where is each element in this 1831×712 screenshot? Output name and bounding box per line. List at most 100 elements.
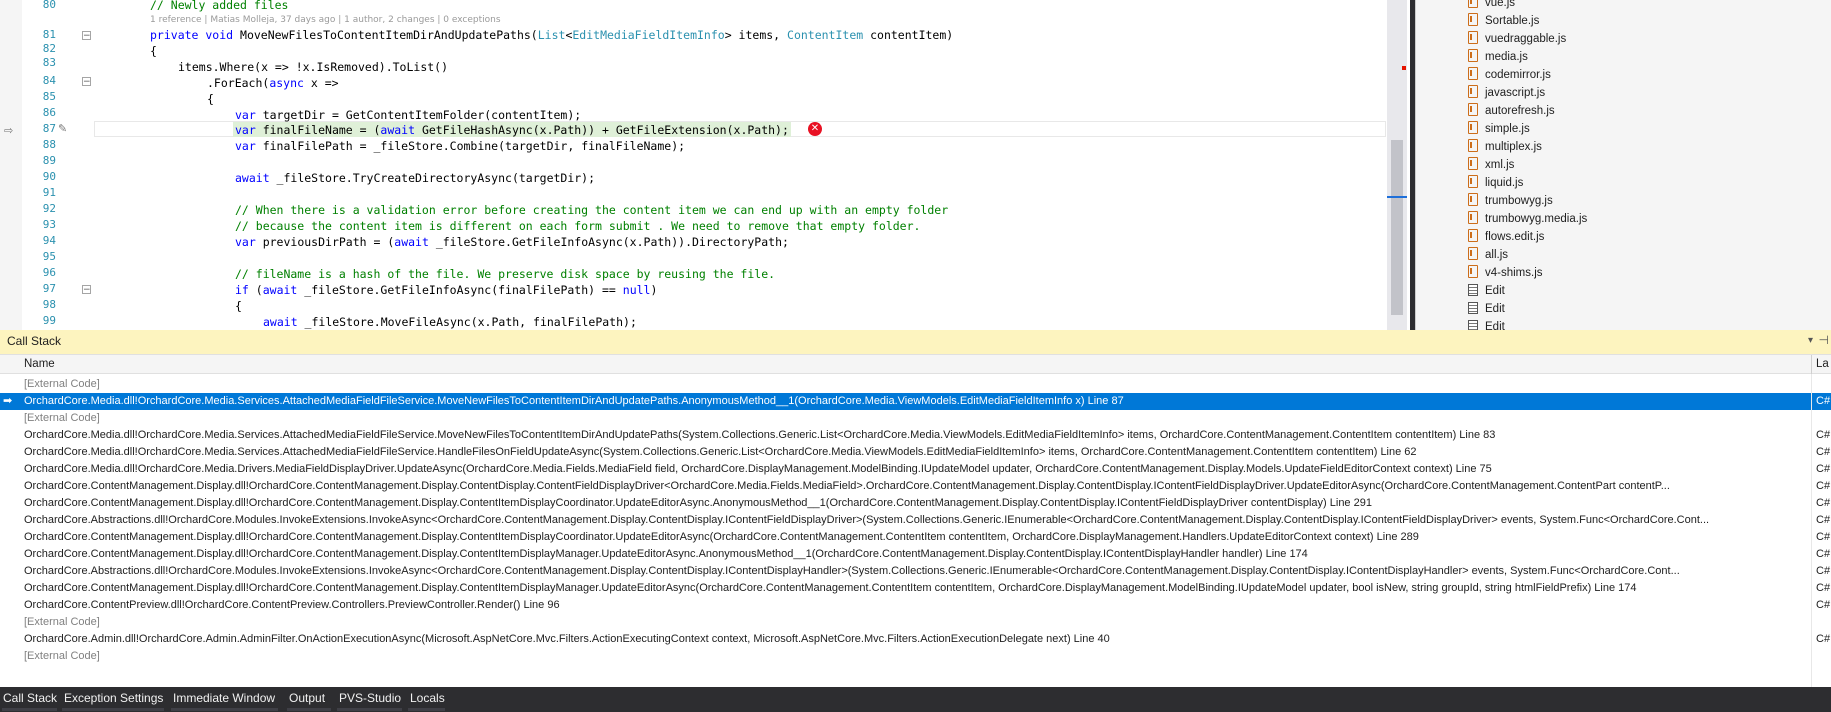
solution-file-item[interactable]: multiplex.js [1468,138,1542,156]
call-stack-frame[interactable]: OrchardCore.ContentManagement.Display.dl… [0,495,1831,512]
code-line-82[interactable]: { [150,43,157,59]
frame-name: [External Code] [24,412,100,424]
editor-vertical-scrollbar[interactable] [1387,0,1407,330]
call-stack-frame[interactable]: OrchardCore.ContentPreview.dll!OrchardCo… [0,597,1831,614]
line-number: 88 [42,138,56,151]
column-header-language[interactable]: La [1816,358,1829,370]
tab-immediate-window[interactable]: Immediate Window [173,691,275,705]
code-line-83[interactable]: items.Where(x => !x.IsRemoved).ToList() [178,59,448,75]
solution-file-item[interactable]: simple.js [1468,120,1530,138]
code-line-93[interactable]: // because the content item is different… [235,218,920,234]
external-code-frame[interactable]: [External Code] [0,614,1831,631]
collapse-region-icon[interactable]: − [82,77,91,87]
code-line-96[interactable]: // fileName is a hash of the file. We pr… [235,266,775,282]
solution-file-item[interactable]: codemirror.js [1468,66,1551,84]
javascript-file-icon [1468,121,1478,134]
solution-file-item[interactable]: javascript.js [1468,84,1545,102]
code-line-81[interactable]: private void MoveNewFilesToContentItemDi… [150,27,953,43]
solution-file-item[interactable]: Edit [1468,318,1505,330]
code-line-80[interactable]: // Newly added files [150,0,288,13]
code-line-87[interactable]: var finalFileName = (await GetFileHashAs… [235,122,789,138]
call-stack-frame[interactable]: OrchardCore.Admin.dll!OrchardCore.Admin.… [0,631,1831,648]
code-editor[interactable]: ⇨ ✎ 80 81 82 83 84 85 86 87 88 89 90 91 … [0,0,1410,330]
keyword: null [622,283,651,297]
call-stack-frame[interactable]: OrchardCore.ContentManagement.Display.dl… [0,546,1831,563]
code-text: contentItem) [863,28,954,42]
solution-file-item[interactable]: Edit [1468,282,1505,300]
solution-file-item[interactable]: autorefresh.js [1468,102,1555,120]
column-divider[interactable] [1811,355,1812,375]
tab-exception-settings[interactable]: Exception Settings [64,691,163,705]
solution-file-item[interactable]: all.js [1468,246,1508,264]
tool-window-title-bar[interactable]: Call Stack ▾ ⊣ [0,330,1831,354]
tab-pvs-studio[interactable]: PVS-Studio [339,691,401,705]
code-line-99[interactable]: await _fileStore.MoveFileAsync(x.Path, f… [263,314,637,330]
file-name: javascript.js [1485,87,1546,99]
call-stack-frame[interactable]: OrchardCore.Abstractions.dll!OrchardCore… [0,563,1831,580]
solution-file-item[interactable]: Edit [1468,300,1505,318]
tab-call-stack[interactable]: Call Stack [3,691,57,705]
tab-locals[interactable]: Locals [410,691,445,705]
file-name: liquid.js [1485,177,1524,189]
code-line-88[interactable]: var finalFilePath = _fileStore.Combine(t… [235,138,685,154]
code-line-86[interactable]: var targetDir = GetContentItemFolder(con… [235,107,581,123]
code-line-92[interactable]: // When there is a validation error befo… [235,202,948,218]
javascript-file-icon [1468,229,1478,242]
javascript-file-icon [1468,247,1478,260]
code-line-84[interactable]: .ForEach(async x => [207,75,339,91]
collapse-region-icon[interactable]: − [82,285,91,295]
javascript-file-icon [1468,157,1478,170]
tool-window-tab-strip: Call Stack Exception Settings Immediate … [0,687,1831,712]
file-name: simple.js [1485,123,1530,135]
call-stack-frame[interactable]: ➡ OrchardCore.Media.dll!OrchardCore.Media… [0,393,1831,410]
solution-file-item[interactable]: liquid.js [1468,174,1523,192]
line-number: 93 [42,218,56,231]
keyword: async [269,76,304,90]
code-line-85[interactable]: { [207,91,214,107]
keyword: var [235,235,256,249]
error-marker [1402,66,1406,70]
current-frame-arrow-icon: ➡ [3,395,13,407]
file-name: flows.edit.js [1485,231,1545,243]
solution-file-item[interactable]: Sortable.js [1468,12,1539,30]
solution-file-item[interactable]: v4-shims.js [1468,264,1543,282]
glyph-margin[interactable] [0,0,22,330]
tab-output[interactable]: Output [289,691,325,705]
frame-language: C# [1816,599,1831,611]
call-stack-frame[interactable]: OrchardCore.Media.dll!OrchardCore.Media.… [0,444,1831,461]
tool-window-title: Call Stack [7,334,62,348]
code-text: finalFilePath = _fileStore.Combine(targe… [255,139,686,153]
code-line-98[interactable]: { [235,298,242,314]
solution-file-item[interactable]: xml.js [1468,156,1514,174]
file-name: Sortable.js [1485,15,1540,27]
external-code-frame[interactable]: [External Code] [0,376,1831,393]
code-text: targetDir = GetContentItemFolder(content… [255,108,582,122]
call-stack-frame[interactable]: OrchardCore.Abstractions.dll!OrchardCore… [0,512,1831,529]
external-code-frame[interactable]: [External Code] [0,410,1831,427]
scrollbar-thumb[interactable] [1391,140,1403,315]
javascript-file-icon [1468,49,1478,62]
line-number: 86 [42,106,56,119]
column-header-name[interactable]: Name [24,358,55,370]
call-stack-frame[interactable]: OrchardCore.Media.dll!OrchardCore.Media.… [0,427,1831,444]
solution-file-item[interactable]: vue.js [1468,0,1515,12]
code-line-90[interactable]: await _fileStore.TryCreateDirectoryAsync… [235,170,595,186]
auto-hide-pin-icon[interactable]: ⊣ [1819,333,1829,347]
solution-file-item[interactable]: trumbowyg.js [1468,192,1553,210]
call-stack-frame[interactable]: OrchardCore.Media.dll!OrchardCore.Media.… [0,461,1831,478]
collapse-region-icon[interactable]: − [82,31,91,41]
call-stack-frame[interactable]: OrchardCore.ContentManagement.Display.dl… [0,478,1831,495]
external-code-frame[interactable]: [External Code] [0,648,1831,665]
solution-file-item[interactable]: vuedraggable.js [1468,30,1566,48]
call-stack-frame[interactable]: OrchardCore.ContentManagement.Display.dl… [0,580,1831,597]
code-line-94[interactable]: var previousDirPath = (await _fileStore.… [235,234,789,250]
window-position-dropdown-icon[interactable]: ▾ [1808,335,1813,346]
exception-error-icon[interactable]: ✕ [808,122,822,136]
javascript-file-icon [1468,211,1478,224]
call-stack-frame[interactable]: OrchardCore.ContentManagement.Display.dl… [0,529,1831,546]
code-line-97[interactable]: if (await _fileStore.GetFileInfoAsync(fi… [235,282,657,298]
solution-file-item[interactable]: media.js [1468,48,1528,66]
solution-file-item[interactable]: flows.edit.js [1468,228,1544,246]
codelens[interactable]: 1 reference | Matias Molleja, 37 days ag… [150,14,501,26]
solution-file-item[interactable]: trumbowyg.media.js [1468,210,1587,228]
